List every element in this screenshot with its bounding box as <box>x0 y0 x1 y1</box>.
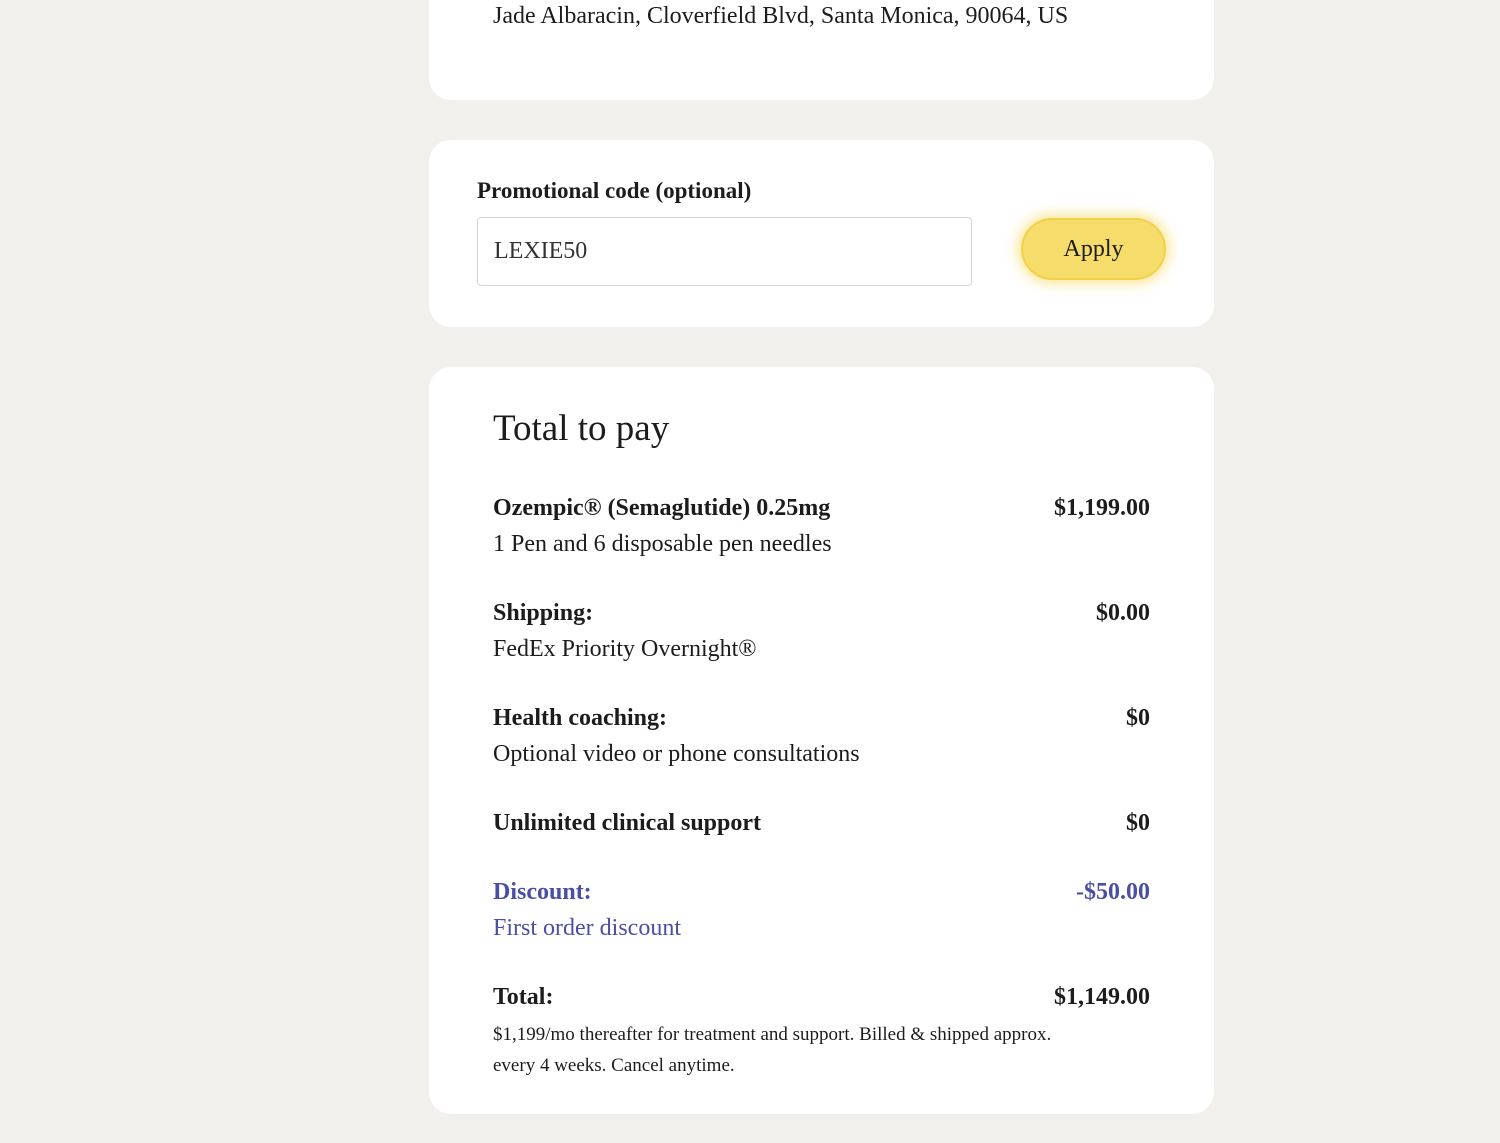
line-item-subtitle: 1 Pen and 6 disposable pen needles <box>493 531 832 557</box>
shipping-address-card: Jade Albaracin, Cloverfield Blvd, Santa … <box>429 0 1214 100</box>
line-item-subtitle: FedEx Priority Overnight® <box>493 636 757 662</box>
line-item-clinical-support: Unlimited clinical support $0 <box>493 807 1150 839</box>
line-item-price: $0 <box>1126 810 1150 836</box>
line-item-medication: Ozempic® (Semaglutide) 0.25mg 1 Pen and … <box>493 492 1150 561</box>
order-summary-card: Total to pay Ozempic® (Semaglutide) 0.25… <box>429 367 1214 1114</box>
line-item-discount: Discount: First order discount -$50.00 <box>493 876 1150 945</box>
line-item-shipping: Shipping: FedEx Priority Overnight® $0.0… <box>493 597 1150 666</box>
line-item-title: Health coaching: <box>493 705 667 731</box>
total-title: Total: <box>493 984 554 1010</box>
line-item-price: $1,199.00 <box>1054 495 1150 521</box>
promo-code-card: Promotional code (optional) Apply <box>429 140 1214 327</box>
line-item-title: Ozempic® (Semaglutide) 0.25mg <box>493 495 831 521</box>
discount-title: Discount: <box>493 879 592 905</box>
shipping-address-text: Jade Albaracin, Cloverfield Blvd, Santa … <box>493 3 1069 29</box>
line-item-title: Shipping: <box>493 600 594 626</box>
order-total: Total: $1,199/mo thereafter for treatmen… <box>493 981 1150 1081</box>
discount-amount: -$50.00 <box>1076 879 1150 905</box>
apply-button[interactable]: Apply <box>1021 218 1166 280</box>
line-item-health-coaching: Health coaching: Optional video or phone… <box>493 702 1150 771</box>
total-amount: $1,149.00 <box>1054 984 1150 1010</box>
line-item-price: $0.00 <box>1096 600 1150 626</box>
promo-code-input[interactable] <box>477 217 972 286</box>
line-item-subtitle: Optional video or phone consultations <box>493 741 860 767</box>
total-billing-note: $1,199/mo thereafter for treatment and s… <box>493 1024 1052 1076</box>
line-item-title: Unlimited clinical support <box>493 810 762 836</box>
order-summary-heading: Total to pay <box>493 408 670 449</box>
line-item-price: $0 <box>1126 705 1150 731</box>
promo-code-label: Promotional code (optional) <box>477 178 752 203</box>
discount-subtitle: First order discount <box>493 915 681 941</box>
